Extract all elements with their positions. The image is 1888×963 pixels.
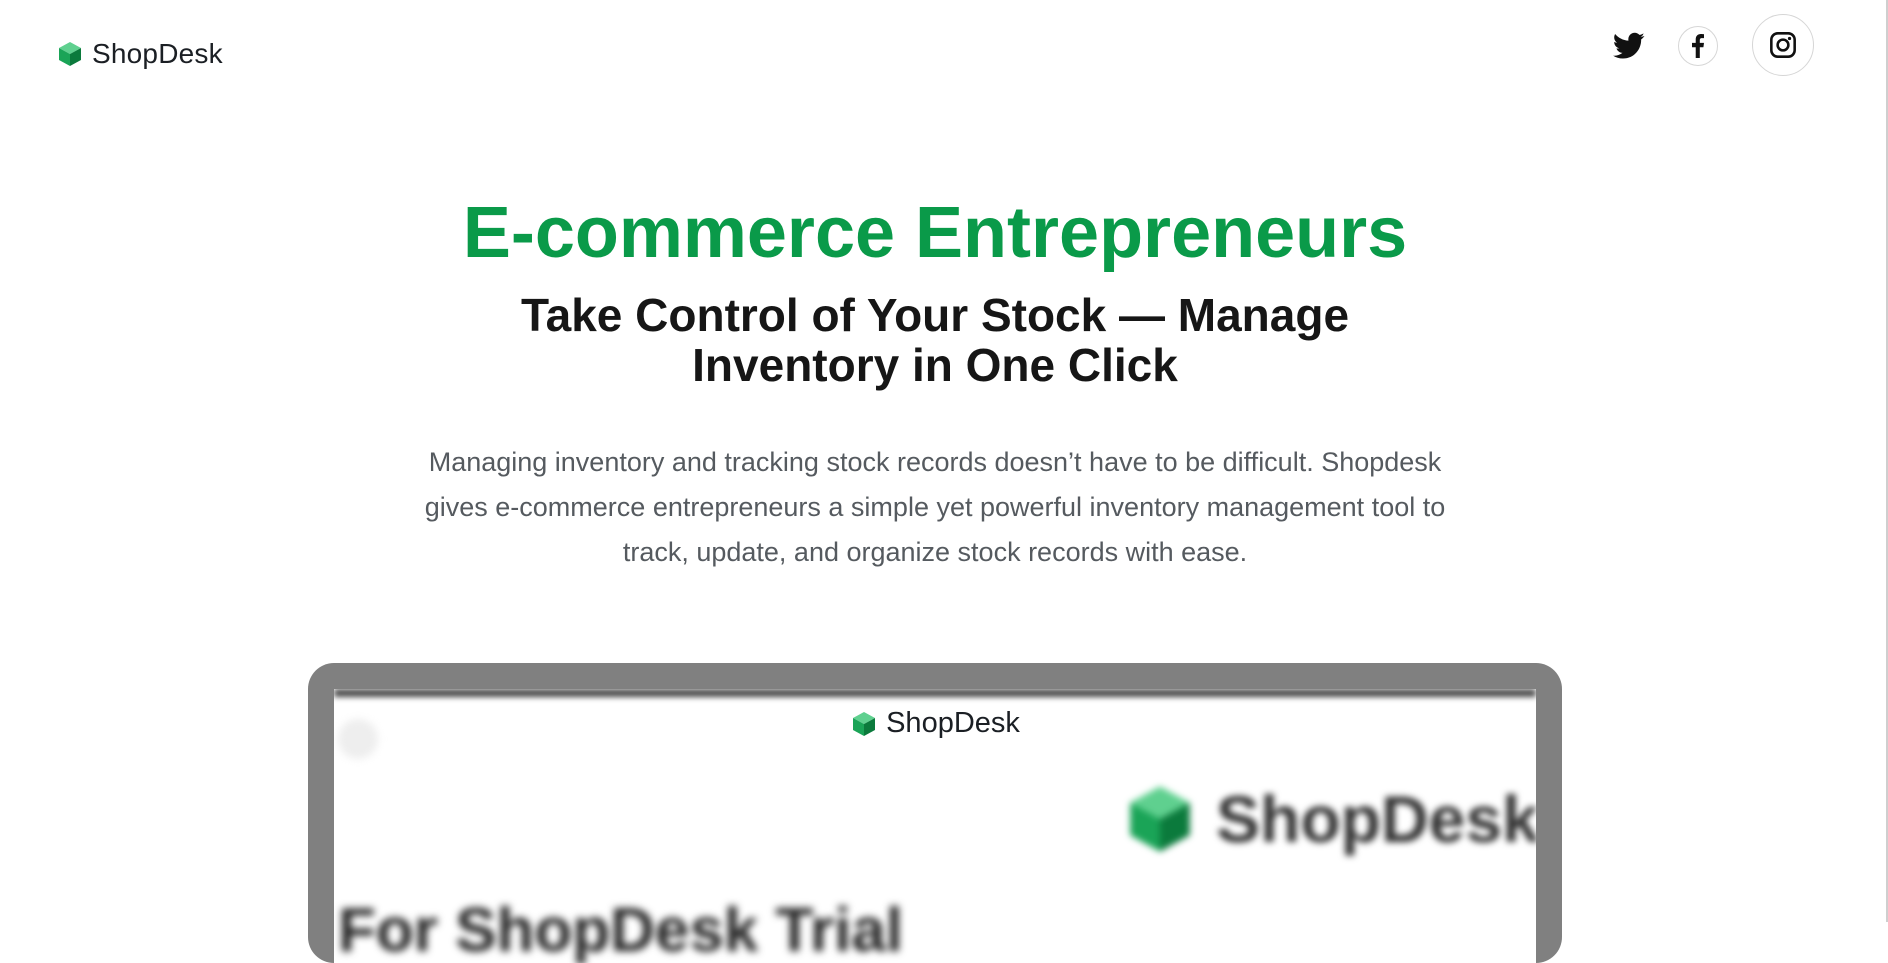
instagram-link[interactable] <box>1752 14 1814 76</box>
social-links <box>1610 14 1814 76</box>
cube-icon <box>853 711 876 736</box>
instagram-icon <box>1770 32 1796 58</box>
facebook-icon <box>1692 34 1704 58</box>
brand-logo-link[interactable]: ShopDesk <box>56 38 223 70</box>
preview-big-logo: ShopDesk <box>1122 781 1536 857</box>
hero-section: E-commerce Entrepreneurs Take Control of… <box>0 188 1870 575</box>
site-header: ShopDesk <box>0 0 1886 110</box>
preview-brand: ShopDesk <box>334 707 1536 740</box>
preview-brand-name: ShopDesk <box>886 707 1020 739</box>
twitter-link[interactable] <box>1610 27 1648 65</box>
hero-description: Managing inventory and tracking stock re… <box>424 447 1446 567</box>
cube-icon <box>1130 786 1190 852</box>
cube-icon <box>59 42 81 66</box>
hero-subtitle: Take Control of Your Stock — Manage Inve… <box>520 289 1350 391</box>
app-preview-frame: ShopDesk ShopDesk For ShopDesk Trial <box>308 663 1562 963</box>
hero-title: E-commerce Entrepreneurs <box>462 193 1408 273</box>
preview-blurred-heading: For ShopDesk Trial <box>338 896 904 963</box>
preview-big-logo-name: ShopDesk <box>1216 782 1536 856</box>
twitter-icon <box>1613 32 1645 59</box>
facebook-link[interactable] <box>1678 26 1718 66</box>
brand-name: ShopDesk <box>92 38 223 69</box>
preview-topbar <box>334 689 1536 697</box>
